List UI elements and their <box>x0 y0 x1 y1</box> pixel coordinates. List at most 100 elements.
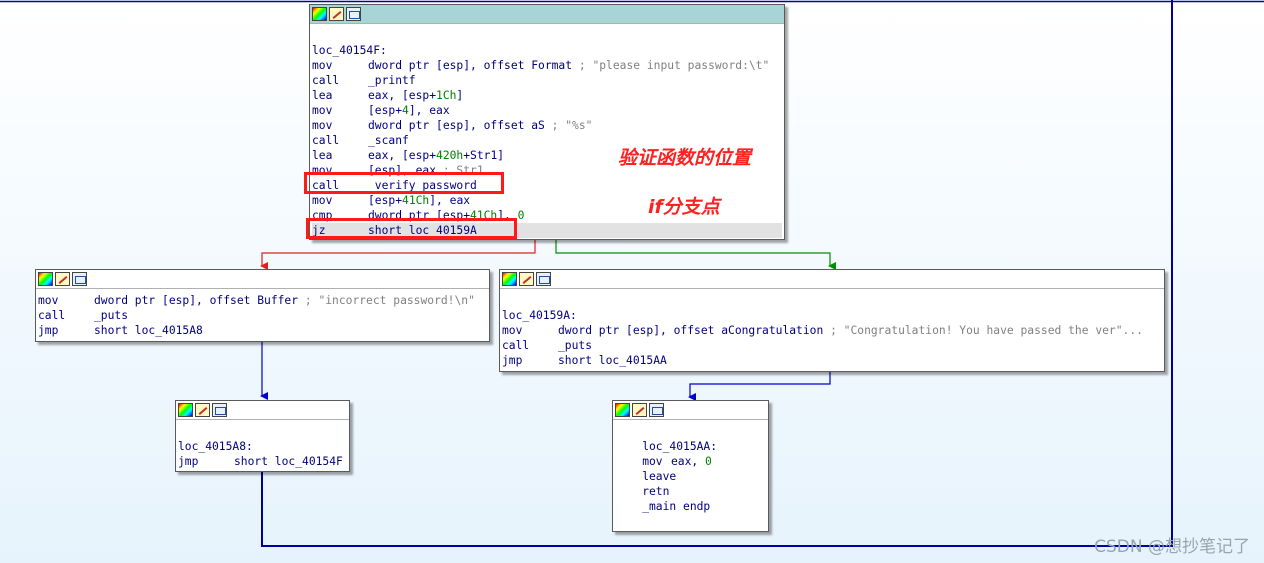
code-line[interactable]: _main endp <box>615 499 766 514</box>
code-line[interactable]: mov dword ptr [esp], offset aS ; "%s" <box>312 118 782 133</box>
annotation-branch-point: if分支点 <box>648 196 720 218</box>
code-operand[interactable]: ] <box>456 89 463 102</box>
code-block-loop[interactable]: loc_4015A8:jmp short loc_40154F <box>175 400 350 472</box>
code-mnemonic: jmp <box>502 354 523 367</box>
code-comment: ; "Congratulation! You have passed the v… <box>823 324 1143 337</box>
rename-icon[interactable] <box>195 403 210 417</box>
block-header <box>36 270 489 289</box>
code-label[interactable]: loc_40154F: <box>312 44 387 57</box>
code-operand[interactable]: 4 <box>402 104 409 117</box>
code-line[interactable]: mov [esp+4], eax <box>312 103 782 118</box>
code-operand[interactable]: eax, <box>671 455 705 468</box>
code-line[interactable]: leave <box>615 469 766 484</box>
block-body: mov dword ptr [esp], offset Buffer ; "inc… <box>36 289 489 341</box>
code-line[interactable] <box>615 424 766 439</box>
graph-view-icon[interactable] <box>346 7 361 21</box>
code-line[interactable]: jmp short loc_40154F <box>178 454 347 469</box>
watermark: CSDN @想抄笔记了 <box>1094 537 1250 557</box>
rename-icon[interactable] <box>632 403 647 417</box>
code-comment: ; "please input password:\t" <box>572 59 770 72</box>
code-line[interactable]: lea eax, [esp+1Ch] <box>312 88 782 103</box>
code-mnemonic: mov <box>312 59 333 72</box>
code-mnemonic: mov <box>312 194 333 207</box>
graph-view-icon[interactable] <box>649 403 664 417</box>
color-icon[interactable] <box>312 7 327 21</box>
code-operand[interactable]: 420h <box>436 149 463 162</box>
code-line[interactable]: jmp short loc_4015A8 <box>38 323 487 338</box>
rename-icon[interactable] <box>55 272 70 286</box>
code-operand[interactable]: [esp+ <box>368 194 402 207</box>
code-operand[interactable]: _puts <box>558 339 592 352</box>
color-icon[interactable] <box>502 272 517 286</box>
code-line[interactable]: call _puts <box>38 308 487 323</box>
code-mnemonic: mov <box>312 119 333 132</box>
block-header <box>500 270 1164 289</box>
code-mnemonic: mov <box>312 104 333 117</box>
highlight-verify-call <box>304 172 504 194</box>
code-operand[interactable]: 1Ch <box>436 89 456 102</box>
code-block-incorrect[interactable]: mov dword ptr [esp], offset Buffer ; "inc… <box>35 269 490 342</box>
color-icon[interactable] <box>178 403 193 417</box>
code-line[interactable]: mov eax, 0 <box>615 454 766 469</box>
code-line[interactable]: mov dword ptr [esp], offset Buffer ; "inc… <box>38 293 487 308</box>
code-label[interactable]: loc_4015AA: <box>615 440 717 453</box>
block-body: loc_4015A8:jmp short loc_40154F <box>176 420 349 472</box>
code-operand[interactable]: dword ptr [esp], offset Buffer <box>94 294 298 307</box>
code-line[interactable]: retn <box>615 484 766 499</box>
code-line[interactable]: loc_40159A: <box>502 308 1162 323</box>
edge-false-branch <box>260 240 536 270</box>
code-label[interactable]: loc_4015A8: <box>178 440 253 453</box>
code-operand[interactable]: eax, [esp+ <box>368 89 436 102</box>
graph-view-icon[interactable] <box>536 272 551 286</box>
code-operand[interactable]: _puts <box>94 309 128 322</box>
code-operand[interactable]: dword ptr [esp], offset aCongratulation <box>558 324 823 337</box>
block-header <box>310 5 784 24</box>
code-operand[interactable]: short loc_4015A8 <box>94 324 203 337</box>
code-line[interactable] <box>502 293 1162 308</box>
code-operand[interactable]: +Str1] <box>463 149 504 162</box>
code-line[interactable]: loc_4015AA: <box>615 439 766 454</box>
code-line[interactable]: jmp short loc_4015AA <box>502 353 1162 368</box>
code-operand[interactable]: short loc_40154F <box>234 455 343 468</box>
code-operand[interactable]: 41Ch <box>402 194 429 207</box>
code-operand[interactable]: ], eax <box>429 194 470 207</box>
code-operand[interactable]: dword ptr [esp], offset Format <box>368 59 572 72</box>
code-label[interactable]: loc_40159A: <box>502 309 577 322</box>
code-operand[interactable]: [esp+ <box>368 104 402 117</box>
code-mnemonic: call <box>502 339 530 352</box>
code-block-congratulation[interactable]: loc_40159A: mov dword ptr [esp], offset aC… <box>499 269 1165 372</box>
color-icon[interactable] <box>615 403 630 417</box>
code-operand[interactable]: ], eax <box>409 104 450 117</box>
code-operand[interactable]: _printf <box>368 74 416 87</box>
code-comment: ; "%s" <box>544 119 593 132</box>
annotation-verify-location: 验证函数的位置 <box>618 147 752 169</box>
code-line[interactable]: call _printf <box>312 73 782 88</box>
code-line[interactable]: loc_4015A8: <box>178 439 347 454</box>
color-icon[interactable] <box>38 272 53 286</box>
graph-view-icon[interactable] <box>212 403 227 417</box>
code-comment: ; "incorrect password!\n" <box>298 294 475 307</box>
code-operand[interactable]: _scanf <box>368 134 409 147</box>
code-line[interactable]: loc_40154F: <box>312 43 782 58</box>
edge-true-branch <box>555 240 836 270</box>
code-mnemonic: _main endp <box>615 500 711 513</box>
code-line[interactable]: call _puts <box>502 338 1162 353</box>
rename-icon[interactable] <box>519 272 534 286</box>
block-header <box>176 401 349 420</box>
code-mnemonic: lea <box>312 149 333 162</box>
code-line[interactable]: mov dword ptr [esp], offset Format ; "ple… <box>312 58 782 73</box>
code-mnemonic: jmp <box>178 455 199 468</box>
graph-view-icon[interactable] <box>72 272 87 286</box>
code-mnemonic: call <box>38 309 66 322</box>
code-line[interactable] <box>178 424 347 439</box>
code-operand[interactable]: short loc_4015AA <box>558 354 667 367</box>
code-operand[interactable]: eax, [esp+ <box>368 149 436 162</box>
rename-icon[interactable] <box>329 7 344 21</box>
code-operand[interactable]: 0 <box>518 209 525 222</box>
code-line[interactable]: mov dword ptr [esp], offset aCongratulati… <box>502 323 1162 338</box>
code-block-exit[interactable]: loc_4015AA: mov eax, 0 leave retn _main e… <box>612 400 769 532</box>
code-operand[interactable]: 0 <box>705 455 712 468</box>
code-operand[interactable]: dword ptr [esp], offset aS <box>368 119 545 132</box>
code-mnemonic: call <box>312 74 340 87</box>
code-line[interactable] <box>312 28 782 43</box>
